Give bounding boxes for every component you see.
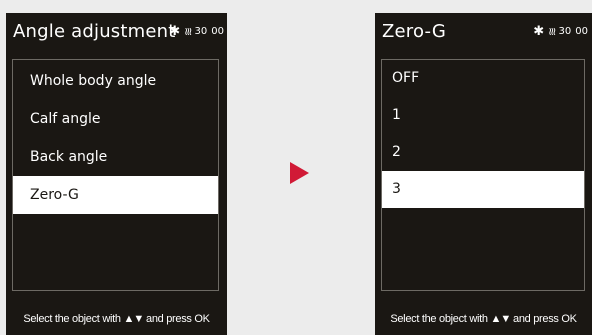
screen-title: Angle adjustment — [13, 21, 176, 42]
left-screen: Angle adjustment ✱ ≀≀≀ 30 00 Whole body … — [6, 13, 227, 335]
status-bar: ✱ ≀≀≀ 30 00 — [169, 25, 224, 38]
footer-prefix: Select the object with — [23, 313, 121, 325]
option-list: OFF 1 2 3 — [381, 59, 585, 291]
option-off[interactable]: OFF — [382, 60, 584, 97]
status-value-2: 00 — [575, 26, 588, 37]
screen-title: Zero-G — [382, 21, 447, 42]
menu-item-calf-angle[interactable]: Calf angle — [13, 100, 218, 138]
heat-wave-icon: ≀≀≀ — [548, 25, 557, 38]
menu-item-whole-body-angle[interactable]: Whole body angle — [13, 62, 218, 100]
footer-hint: Select the object with ▲▼ and press OK — [6, 303, 227, 335]
option-2[interactable]: 2 — [382, 134, 584, 171]
screen-header: Angle adjustment ✱ ≀≀≀ 30 00 — [6, 13, 227, 53]
menu-item-zero-g[interactable]: Zero-G — [13, 176, 218, 214]
up-down-arrows-icon: ▲▼ — [123, 313, 144, 325]
menu-item-back-angle[interactable]: Back angle — [13, 138, 218, 176]
status-value-1: 30 — [558, 26, 572, 37]
footer-prefix: Select the object with — [390, 313, 488, 325]
up-down-arrows-icon: ▲▼ — [490, 313, 511, 325]
status-bar: ✱ ≀≀≀ 30 00 — [533, 25, 588, 38]
right-screen: Zero-G ✱ ≀≀≀ 30 00 OFF 1 2 3 Select the … — [375, 13, 592, 335]
footer-suffix: and press OK — [146, 313, 210, 325]
screen-header: Zero-G ✱ ≀≀≀ 30 00 — [375, 13, 592, 53]
footer-suffix: and press OK — [513, 313, 577, 325]
footer-hint: Select the object with ▲▼ and press OK — [375, 303, 592, 335]
bluetooth-icon: ✱ — [169, 24, 181, 39]
status-value-2: 00 — [211, 26, 224, 37]
option-1[interactable]: 1 — [382, 97, 584, 134]
bluetooth-icon: ✱ — [533, 24, 545, 39]
play-triangle-icon — [290, 162, 309, 184]
menu-list: Whole body angle Calf angle Back angle Z… — [12, 59, 219, 291]
heat-wave-icon: ≀≀≀ — [184, 25, 193, 38]
status-value-1: 30 — [194, 26, 208, 37]
option-3[interactable]: 3 — [382, 171, 584, 208]
